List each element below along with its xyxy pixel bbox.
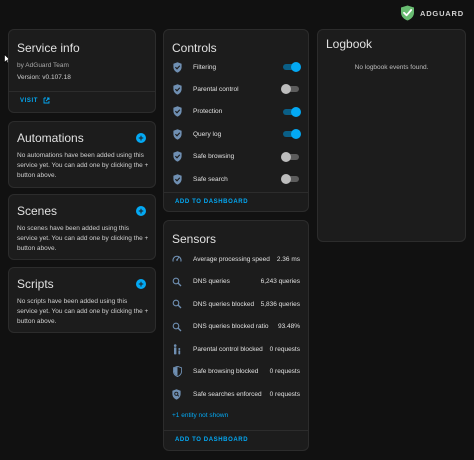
add-scene-button[interactable]: + <box>136 206 146 216</box>
shield-check-icon <box>172 128 182 140</box>
control-label: Query log <box>193 130 222 138</box>
automations-empty-text: No automations have been added using thi… <box>17 152 149 179</box>
sensor-label: DNS queries blocked ratio <box>193 323 269 330</box>
sensor-row: Average processing speed 2.36 ms <box>172 252 300 266</box>
logbook-empty-text: No logbook events found. <box>354 64 429 71</box>
sensor-value: 5,836 queries <box>260 300 300 308</box>
sensor-row: DNS queries blocked 5,836 queries <box>172 297 300 311</box>
scripts-card: Scripts + No scripts have been added usi… <box>8 267 156 333</box>
adguard-logo-text: ADGUARD <box>420 8 464 18</box>
service-version: Version: v0.107.18 <box>17 74 71 81</box>
adguard-logo: ADGUARD <box>400 5 464 21</box>
control-row[interactable]: Protection <box>172 105 301 119</box>
shield-check-icon <box>172 83 182 95</box>
scenes-title: Scenes <box>17 204 58 218</box>
control-label: Filtering <box>193 63 217 71</box>
logbook-card: Logbook No logbook events found. <box>317 29 466 242</box>
toggle-switch[interactable] <box>282 106 301 117</box>
scripts-empty-text: No scripts have been added using this se… <box>17 298 149 325</box>
shield-half-icon <box>172 366 182 378</box>
control-row[interactable]: Query log <box>172 127 301 141</box>
toggle-switch[interactable] <box>281 174 300 184</box>
sensors-card: Sensors Average processing speed 2.36 ms D… <box>163 220 309 451</box>
sensor-row: Safe browsing blocked 0 requests <box>172 365 300 379</box>
card-divider <box>9 91 155 92</box>
automations-title: Automations <box>17 131 84 145</box>
shield-search-icon <box>172 388 182 400</box>
control-label: Safe search <box>193 175 228 183</box>
magnify-icon <box>172 321 182 333</box>
control-row[interactable]: Parental control <box>172 82 300 96</box>
automations-card: Automations + No automations have been a… <box>8 121 156 188</box>
sensor-value: 2.36 ms <box>276 255 300 263</box>
sensor-row: DNS queries 6,243 queries <box>172 275 300 289</box>
controls-card: Controls Filtering Parental control Protec… <box>163 29 309 212</box>
toggle-switch[interactable] <box>281 151 300 162</box>
logbook-title: Logbook <box>326 37 373 51</box>
sensor-row: DNS queries blocked ratio 93.48% <box>172 320 300 334</box>
shield-check-icon <box>172 151 182 163</box>
add-automation-button[interactable]: + <box>136 133 146 143</box>
service-info-card: Service info by AdGuard Team Version: v0… <box>8 29 156 113</box>
scripts-title: Scripts <box>17 277 54 291</box>
control-label: Protection <box>193 108 223 116</box>
sensor-value: 0 requests <box>269 345 300 353</box>
sensor-row: Parental control blocked 0 requests <box>172 342 300 356</box>
visit-label: VISIT <box>20 97 39 104</box>
toggle-switch[interactable] <box>282 62 301 72</box>
sensor-label: Average processing speed <box>193 255 270 263</box>
open-in-new-icon <box>43 97 50 104</box>
magnify-icon <box>172 298 182 310</box>
adguard-shield-icon <box>401 5 414 21</box>
scenes-empty-text: No scenes have been added using this ser… <box>17 225 149 252</box>
add-script-button[interactable]: + <box>136 279 146 289</box>
shield-check-icon <box>172 106 182 118</box>
sensor-value: 0 requests <box>269 368 300 375</box>
more-entities-link[interactable]: +1 entity not shown <box>172 412 228 419</box>
controls-title: Controls <box>172 41 217 55</box>
controls-add-to-dashboard-button[interactable]: ADD TO DASHBOARD <box>175 199 248 205</box>
card-divider <box>164 192 308 193</box>
sensors-add-to-dashboard-button[interactable]: ADD TO DASHBOARD <box>175 437 248 443</box>
shield-check-icon <box>172 61 182 73</box>
sensor-label: Safe searches enforced <box>193 390 262 398</box>
sensors-title: Sensors <box>172 232 217 246</box>
card-divider <box>164 430 308 431</box>
toggle-switch[interactable] <box>282 129 301 140</box>
control-row[interactable]: Filtering <box>172 60 301 74</box>
control-row[interactable]: Safe browsing <box>172 150 300 164</box>
service-info-title: Service info <box>17 41 80 55</box>
magnify-icon <box>172 276 182 288</box>
control-row[interactable]: Safe search <box>172 172 300 186</box>
parent-child-icon <box>172 343 182 355</box>
scenes-card: Scenes + No scenes have been added using… <box>8 194 156 260</box>
sensor-value: 0 requests <box>269 390 300 398</box>
sensor-label: DNS queries <box>193 278 230 285</box>
toggle-switch[interactable] <box>281 84 300 95</box>
shield-check-icon <box>172 173 182 185</box>
sensor-label: Safe browsing blocked <box>193 368 259 375</box>
visit-button[interactable]: VISIT <box>20 97 50 104</box>
service-author: by AdGuard Team <box>17 62 69 69</box>
sensor-value: 6,243 queries <box>260 278 300 285</box>
sensor-label: Parental control blocked <box>193 345 263 353</box>
control-label: Safe browsing <box>193 153 235 161</box>
control-label: Parental control <box>193 85 239 93</box>
sensor-label: DNS queries blocked <box>193 300 255 308</box>
sensor-row: Safe searches enforced 0 requests <box>172 387 300 401</box>
speedometer-icon <box>172 253 182 265</box>
sensor-value: 93.48% <box>277 323 300 330</box>
